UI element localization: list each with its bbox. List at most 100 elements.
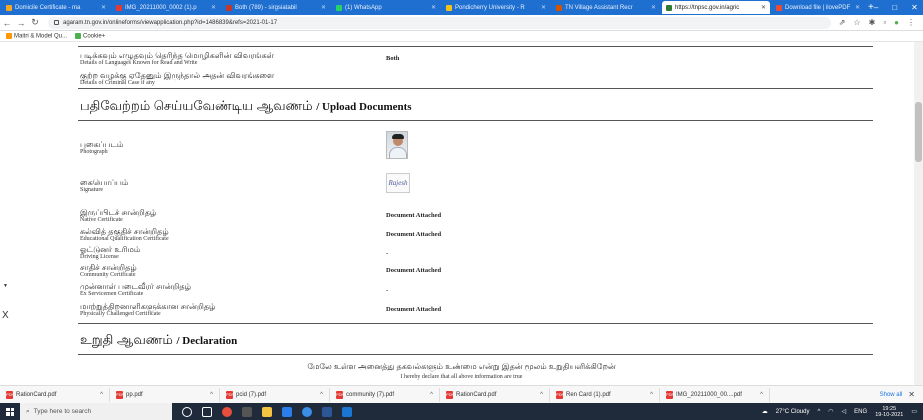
- scrollbar-thumb[interactable]: [915, 102, 922, 162]
- share-icon[interactable]: ⇗: [839, 18, 846, 27]
- applicant-signature[interactable]: Rajesh: [386, 173, 410, 193]
- extensions: ⇗ ☆ ✱ ▫ ● ⋮: [831, 18, 923, 27]
- browser-tab[interactable]: IMG_20211000_0002 (1).p ✕: [112, 1, 220, 14]
- tray-chevron-icon[interactable]: ^: [817, 409, 820, 415]
- scrollbar[interactable]: [914, 42, 923, 385]
- photos-app-icon[interactable]: [342, 406, 352, 417]
- lock-icon: [54, 20, 59, 25]
- show-all-downloads-link[interactable]: Show all: [880, 392, 909, 398]
- language-indicator[interactable]: ENG: [854, 409, 867, 415]
- favicon-icon: [6, 4, 12, 11]
- notifications-icon[interactable]: ▭: [911, 408, 917, 415]
- document-row: சாதிச் சான்றிதழ் Community Certificate D…: [80, 263, 870, 279]
- search-placeholder: Type here to search: [33, 408, 92, 415]
- word-icon[interactable]: [322, 406, 332, 417]
- bookmark-item[interactable]: Cookie+: [75, 32, 105, 39]
- close-tab-icon[interactable]: ✕: [761, 4, 766, 11]
- close-tab-icon[interactable]: ✕: [321, 4, 326, 11]
- chevron-up-icon[interactable]: ^: [760, 392, 763, 398]
- start-button[interactable]: [0, 407, 20, 416]
- store-icon[interactable]: [282, 406, 292, 417]
- reload-icon[interactable]: ↻: [28, 17, 42, 28]
- network-icon[interactable]: ◠: [828, 408, 833, 415]
- clock[interactable]: 19:25 19-10-2021: [875, 406, 903, 418]
- close-tab-icon[interactable]: ✕: [431, 4, 436, 11]
- browser-tab-strip: Domicile Certificate - ma ✕ IMG_20211000_…: [0, 0, 923, 15]
- download-item[interactable]: PDF community (7).pdf ^: [330, 387, 440, 402]
- document-row: ஓட்டுனர் உரிமம் Driving License -: [80, 245, 870, 261]
- left-panel-arrow-icon[interactable]: ▼: [3, 283, 8, 289]
- system-tray: ☁ 27°C Cloudy ^ ◠ ◁ ENG 19:25 19-10-2021…: [762, 406, 923, 418]
- chevron-up-icon[interactable]: ^: [540, 392, 543, 398]
- declaration-text-tamil: மேலே உள்ள அனைத்து தகவல்களும் உண்மை என்று…: [307, 362, 616, 371]
- browser-tab[interactable]: (1) WhatsApp ✕: [332, 1, 440, 14]
- row-value: Both: [386, 55, 400, 62]
- page-content: படிக்கவும் எழுதவும் தெரிந்த மொழிகளின் வி…: [0, 42, 923, 385]
- chevron-up-icon[interactable]: ^: [210, 392, 213, 398]
- close-tab-icon[interactable]: ✕: [541, 4, 546, 11]
- close-window-button[interactable]: ✕: [911, 3, 918, 12]
- star-icon[interactable]: ☆: [853, 18, 860, 27]
- task-view-icon[interactable]: [202, 406, 212, 417]
- bookmark-icon: [6, 32, 12, 39]
- download-item[interactable]: PDF pcid (7).pdf ^: [220, 387, 330, 402]
- forward-arrow-icon[interactable]: →: [14, 18, 28, 28]
- maximize-button[interactable]: □: [892, 3, 897, 12]
- favicon-icon: [666, 4, 672, 11]
- pdf-icon: PDF: [116, 390, 124, 399]
- row-label-english: Details of Languages Known for Read and …: [80, 60, 198, 66]
- left-close-icon[interactable]: X: [2, 310, 9, 321]
- row-label-tamil: இருப்பிடச் சான்றிதழ்: [80, 208, 157, 217]
- row-label-english: Educational Qualification Certificate: [80, 236, 169, 242]
- download-item[interactable]: PDF IMG_20211000_00....pdf ^: [660, 387, 770, 402]
- close-tab-icon[interactable]: ✕: [211, 4, 216, 11]
- applicant-photograph[interactable]: [386, 131, 408, 159]
- chevron-up-icon[interactable]: ^: [100, 392, 103, 398]
- chevron-up-icon[interactable]: ^: [650, 392, 653, 398]
- close-tab-icon[interactable]: ✕: [651, 4, 656, 11]
- document-row: முன்னாள் படைவீரர் சான்றிதழ் Ex Serviceme…: [80, 282, 870, 298]
- weather-text[interactable]: 27°C Cloudy: [776, 409, 810, 415]
- file-explorer-icon[interactable]: [262, 406, 272, 417]
- cortana-icon[interactable]: [182, 406, 192, 417]
- close-downloads-icon[interactable]: ✕: [908, 390, 923, 399]
- back-arrow-icon[interactable]: ←: [0, 18, 14, 28]
- sidebar-icon[interactable]: ▫: [883, 18, 886, 27]
- taskbar-search[interactable]: ⌕ Type here to search: [20, 403, 172, 420]
- bookmark-item[interactable]: Maitri & Model Qu...: [6, 32, 67, 39]
- puzzle-icon[interactable]: ✱: [869, 18, 876, 27]
- favicon-icon: [116, 4, 122, 11]
- weather-icon[interactable]: ☁: [762, 408, 768, 415]
- browser-tab[interactable]: Domicile Certificate - ma ✕: [2, 1, 110, 14]
- chevron-up-icon[interactable]: ^: [430, 392, 433, 398]
- criminal-row: குற்ற வழக்கு ஏதேனும் இருந்தால் அதன் விவர…: [80, 71, 870, 87]
- close-tab-icon[interactable]: ✕: [855, 4, 860, 11]
- close-tab-icon[interactable]: ✕: [101, 4, 106, 11]
- profile-icon[interactable]: ●: [894, 18, 899, 27]
- edge-icon[interactable]: [302, 406, 312, 417]
- document-row: புகைப்படம் Photograph: [80, 140, 870, 156]
- browser-tab-active[interactable]: https://tnpsc.gov.in/agric ✕: [662, 1, 770, 14]
- clock-date: 19-10-2021: [875, 411, 904, 418]
- chrome-icon[interactable]: [222, 406, 232, 417]
- download-item[interactable]: PDF RationCard.pdf ^: [0, 387, 110, 402]
- divider: [78, 120, 873, 121]
- address-bar[interactable]: agaram.tn.gov.in/onlineforms/viewapplica…: [48, 16, 831, 29]
- download-item[interactable]: PDF pp.pdf ^: [110, 387, 220, 402]
- photos-icon[interactable]: [242, 406, 252, 417]
- browser-tab[interactable]: Download file | ilovePDF ✕: [772, 1, 864, 14]
- divider: [78, 46, 873, 47]
- volume-icon[interactable]: ◁: [842, 408, 847, 415]
- menu-icon[interactable]: ⋮: [907, 18, 915, 27]
- browser-tab[interactable]: TN Village Assistant Recr ✕: [552, 1, 660, 14]
- row-label-english: Driving License: [80, 254, 119, 260]
- browser-tab[interactable]: Both (789) - sirgsiatabil ✕: [222, 1, 330, 14]
- bookmark-icon: [75, 32, 82, 39]
- chevron-up-icon[interactable]: ^: [320, 392, 323, 398]
- pdf-icon: PDF: [556, 390, 564, 399]
- search-icon: ⌕: [26, 407, 30, 415]
- download-item[interactable]: PDF RationCard.pdf ^: [440, 387, 550, 402]
- download-item[interactable]: PDF Ren Card (1).pdf ^: [550, 387, 660, 402]
- browser-tab[interactable]: Pondicherry University - R ✕: [442, 1, 550, 14]
- minimize-button[interactable]: –: [874, 3, 878, 12]
